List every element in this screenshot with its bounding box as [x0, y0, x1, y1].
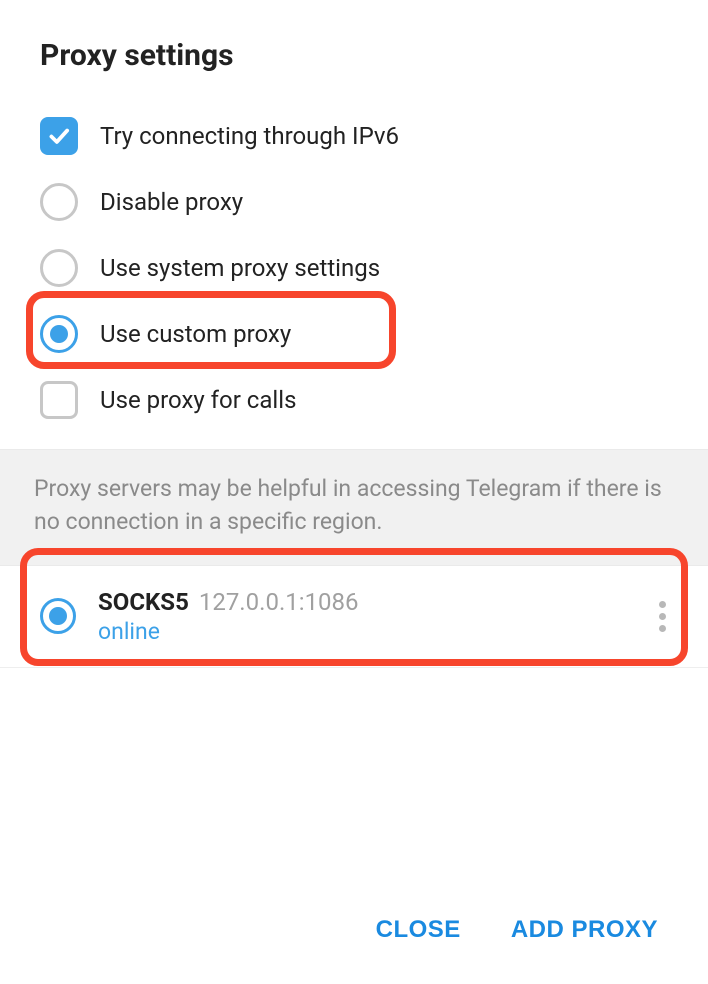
radio-system[interactable] — [40, 249, 78, 287]
options-list: Try connecting through IPv6 Disable prox… — [0, 103, 708, 433]
proxy-status: online — [98, 618, 651, 645]
option-label: Try connecting through IPv6 — [100, 122, 399, 150]
dialog-title: Proxy settings — [0, 0, 708, 103]
option-label: Use custom proxy — [100, 320, 291, 348]
proxy-item[interactable]: SOCKS5 127.0.0.1:1086 online — [0, 566, 708, 668]
proxy-address: 127.0.0.1:1086 — [199, 588, 359, 616]
option-disable-proxy[interactable]: Disable proxy — [40, 169, 668, 235]
proxy-info: SOCKS5 127.0.0.1:1086 online — [98, 588, 651, 645]
radio-proxy[interactable] — [40, 598, 76, 634]
info-text: Proxy servers may be helpful in accessin… — [0, 449, 708, 566]
option-system-proxy[interactable]: Use system proxy settings — [40, 235, 668, 301]
option-label: Use proxy for calls — [100, 386, 296, 414]
checkmark-icon — [46, 123, 72, 149]
option-label: Use system proxy settings — [100, 254, 380, 282]
checkbox-calls[interactable] — [40, 381, 78, 419]
proxy-list: SOCKS5 127.0.0.1:1086 online — [0, 566, 708, 668]
dialog-footer: CLOSE ADD PROXY — [0, 886, 708, 984]
proxy-title-row: SOCKS5 127.0.0.1:1086 — [98, 588, 651, 616]
add-proxy-button[interactable]: ADD PROXY — [511, 916, 658, 944]
option-label: Disable proxy — [100, 188, 243, 216]
more-menu-icon[interactable] — [651, 593, 674, 640]
proxy-settings-dialog: Proxy settings Try connecting through IP… — [0, 0, 708, 984]
option-proxy-calls[interactable]: Use proxy for calls — [40, 367, 668, 433]
proxy-type: SOCKS5 — [98, 588, 189, 616]
option-custom-proxy[interactable]: Use custom proxy — [40, 301, 668, 367]
radio-disable[interactable] — [40, 183, 78, 221]
option-ipv6[interactable]: Try connecting through IPv6 — [40, 103, 668, 169]
checkbox-ipv6[interactable] — [40, 117, 78, 155]
radio-custom[interactable] — [40, 315, 78, 353]
close-button[interactable]: CLOSE — [376, 916, 461, 944]
